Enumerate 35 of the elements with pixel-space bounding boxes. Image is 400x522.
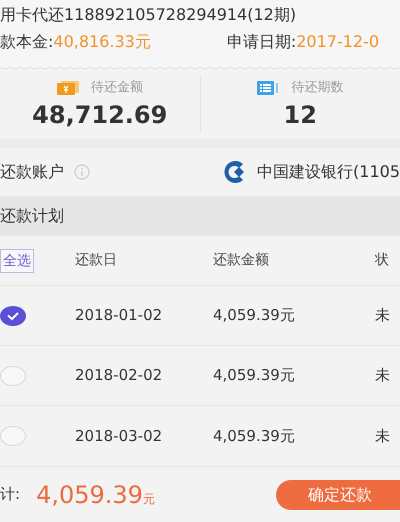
date-value: 2017-12-0: [296, 31, 380, 53]
unchecked-circle[interactable]: [0, 364, 26, 386]
due-date: 2018-01-02: [75, 306, 162, 324]
plan-title: 还款计划: [0, 205, 64, 227]
installment-amount: 4,059.39元: [213, 306, 295, 324]
confirm-button[interactable]: 确定还款: [276, 480, 400, 510]
total-label: 计:: [0, 484, 20, 506]
date-label: 申请日期:: [226, 31, 296, 53]
stat-value: 48,712.69: [32, 100, 168, 131]
unchecked-circle[interactable]: [0, 425, 26, 447]
principal-label: 款本金:: [0, 31, 54, 53]
status-text: 未: [375, 366, 390, 384]
stat-label: 待还期数: [291, 79, 344, 98]
principal-value: 40,816.33元: [53, 31, 151, 53]
stat-value: 12: [284, 100, 317, 131]
list-icon: [257, 81, 280, 95]
select-all-button[interactable]: 全选: [0, 249, 34, 274]
column-header: 状: [375, 252, 389, 268]
currency-unit: 元: [142, 490, 155, 508]
installment-amount: 4,059.39元: [213, 366, 295, 384]
due-date: 2018-03-02: [75, 426, 162, 445]
account-label: 还款账户: [0, 161, 64, 183]
info-icon[interactable]: [74, 164, 90, 180]
bank-name: 中国建设银行(1105: [257, 161, 400, 183]
column-header: 还款金额: [213, 252, 269, 268]
status-text: 未: [375, 306, 390, 324]
money-icon: [56, 81, 79, 95]
installment-amount: 4,059.39元: [213, 426, 295, 445]
stat-label: 待还金额: [90, 79, 143, 98]
checked-circle[interactable]: [0, 304, 26, 326]
card-title: 用卡代还118892105728294914(12期): [0, 4, 296, 26]
due-date: 2018-02-02: [75, 366, 162, 384]
status-text: 未: [375, 426, 390, 445]
column-header: 还款日: [75, 252, 117, 268]
total-value: 4,059.39: [36, 480, 143, 510]
